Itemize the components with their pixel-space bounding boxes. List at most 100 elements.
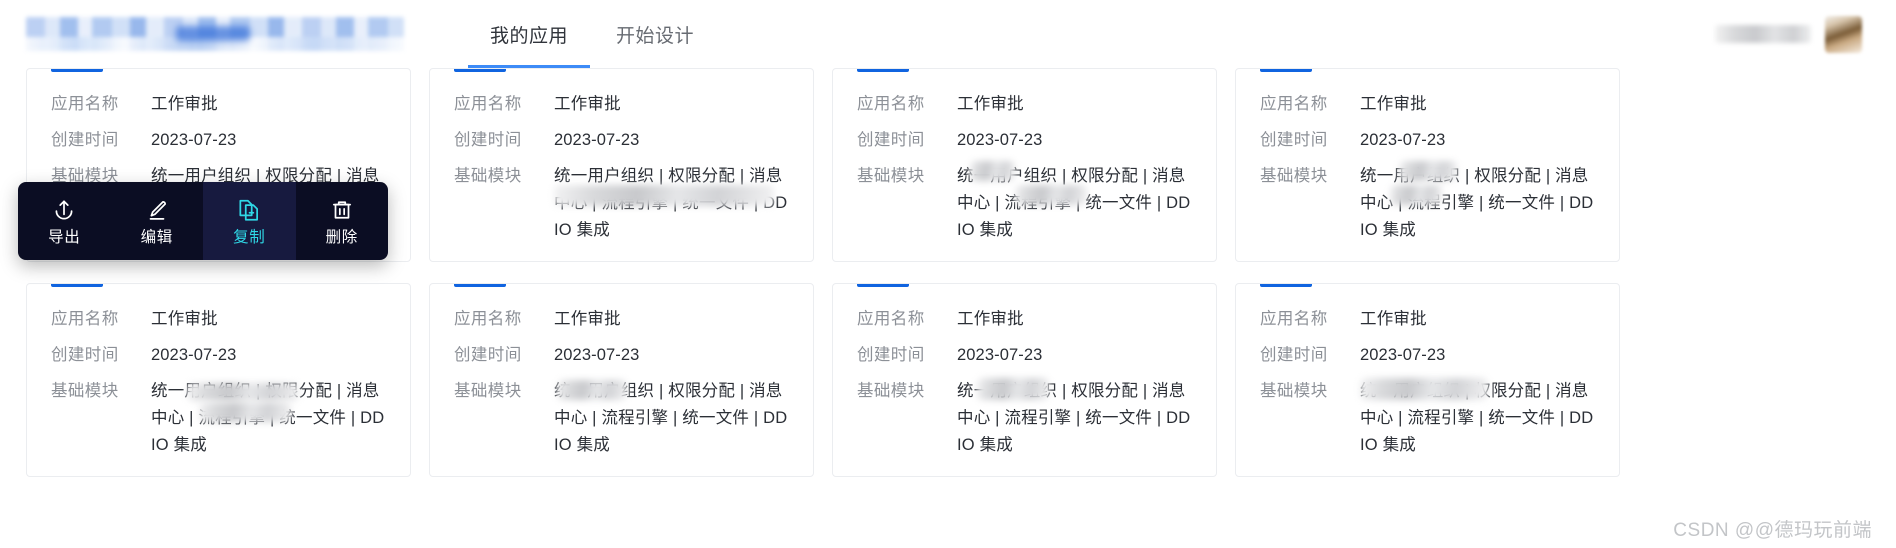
table-row[interactable]: 应用名称 工作审批 创建时间 2023-07-23 基础模块 统一用户组织 | …: [1235, 283, 1620, 477]
card-value-created: 2023-07-23: [1360, 346, 1446, 364]
copy-icon: [236, 197, 262, 223]
table-row[interactable]: 应用名称 工作审批 创建时间 2023-07-23 基础模块 统一用户组织 | …: [832, 283, 1217, 477]
context-menu-item-edit[interactable]: 编辑: [111, 182, 204, 260]
tab-my-apps-label: 我的应用: [490, 25, 569, 47]
card-row-modules: 基础模块 统一用户组织 | 权限分配 | 消息中心 | 流程引擎 | 统一文件 …: [1260, 163, 1595, 244]
app-root: 我的应用 开始设计 应用名称 工作审批 创建时间 2023-07-23 基础模块…: [0, 0, 1896, 548]
card-row-created: 创建时间 2023-07-23: [857, 342, 1192, 369]
card-row-modules: 基础模块 统一用户组织 | 权限分配 | 消息中心 | 流程引擎 | 统一文件 …: [857, 163, 1192, 244]
card-value-modules: 统一用户组织 | 权限分配 | 消息中心 | 流程引擎 | 统一文件 | DDI…: [554, 167, 788, 239]
app-card-grid: 应用名称 工作审批 创建时间 2023-07-23 基础模块 统一用户组织 | …: [0, 68, 1896, 477]
context-menu-label-edit: 编辑: [140, 228, 173, 246]
card-label-modules: 基础模块: [51, 382, 119, 400]
context-menu-item-export[interactable]: 导出: [18, 182, 111, 260]
card-accent-bar: [51, 69, 103, 72]
card-value-name: 工作审批: [1360, 310, 1427, 328]
csdn-watermark: CSDN @@德玛玩前端: [1673, 520, 1872, 541]
card-row-modules: 基础模块 统一用户组织 | 权限分配 | 消息中心 | 流程引擎 | 统一文件 …: [454, 163, 789, 244]
card-value-modules: 统一用户组织 | 权限分配 | 消息中心 | 流程引擎 | 统一文件 | DDI…: [957, 382, 1191, 454]
card-value-name: 工作审批: [957, 310, 1024, 328]
app-header: 我的应用 开始设计: [0, 0, 1896, 68]
card-row-created: 创建时间 2023-07-23: [454, 127, 789, 154]
card-label-name: 应用名称: [454, 95, 522, 113]
context-menu-label-delete: 删除: [325, 228, 358, 246]
context-menu-label-copy: 复制: [233, 228, 266, 246]
card-label-name: 应用名称: [857, 310, 925, 328]
card-value-name: 工作审批: [151, 310, 218, 328]
card-label-name: 应用名称: [51, 95, 119, 113]
card-label-modules: 基础模块: [454, 382, 522, 400]
tab-start-design-label: 开始设计: [616, 25, 695, 47]
card-row-created: 创建时间 2023-07-23: [51, 342, 386, 369]
card-row-created: 创建时间 2023-07-23: [454, 342, 789, 369]
card-row-name: 应用名称 工作审批: [454, 306, 789, 333]
card-label-name: 应用名称: [857, 95, 925, 113]
card-label-modules: 基础模块: [1260, 167, 1328, 185]
card-accent-bar: [857, 284, 909, 287]
card-row-name: 应用名称 工作审批: [857, 91, 1192, 118]
card-context-menu: 导出 编辑 复制 删除: [18, 182, 388, 260]
card-row-created: 创建时间 2023-07-23: [857, 127, 1192, 154]
card-row-name: 应用名称 工作审批: [857, 306, 1192, 333]
product-logo[interactable]: [26, 17, 404, 51]
card-value-modules: 统一用户组织 | 权限分配 | 消息中心 | 流程引擎 | 统一文件 | DDI…: [957, 167, 1191, 239]
card-value-modules: 统一用户组织 | 权限分配 | 消息中心 | 流程引擎 | 统一文件 | DDI…: [1360, 382, 1594, 454]
pencil-icon: [144, 197, 170, 223]
table-row[interactable]: 应用名称 工作审批 创建时间 2023-07-23 基础模块 统一用户组织 | …: [832, 68, 1217, 262]
tab-my-apps[interactable]: 我的应用: [467, 0, 591, 68]
card-value-modules: 统一用户组织 | 权限分配 | 消息中心 | 流程引擎 | 统一文件 | DDI…: [151, 382, 385, 454]
card-row-name: 应用名称 工作审批: [454, 91, 789, 118]
card-label-modules: 基础模块: [857, 382, 925, 400]
card-label-created: 创建时间: [51, 131, 119, 149]
card-value-created: 2023-07-23: [1360, 131, 1446, 149]
card-accent-bar: [857, 69, 909, 72]
context-menu-item-delete[interactable]: 删除: [296, 182, 389, 260]
card-label-name: 应用名称: [1260, 310, 1328, 328]
user-name: [1715, 25, 1811, 43]
context-menu-item-copy[interactable]: 复制: [203, 182, 296, 260]
header-user-area: [1715, 15, 1870, 53]
card-accent-bar: [1260, 284, 1312, 287]
card-label-created: 创建时间: [857, 131, 925, 149]
context-menu-label-export: 导出: [48, 228, 81, 246]
card-label-name: 应用名称: [51, 310, 119, 328]
card-value-modules: 统一用户组织 | 权限分配 | 消息中心 | 流程引擎 | 统一文件 | DDI…: [1360, 167, 1594, 239]
card-value-created: 2023-07-23: [554, 131, 640, 149]
card-value-name: 工作审批: [151, 95, 218, 113]
card-label-modules: 基础模块: [1260, 382, 1328, 400]
card-row-name: 应用名称 工作审批: [51, 91, 386, 118]
card-label-created: 创建时间: [454, 346, 522, 364]
table-row[interactable]: 应用名称 工作审批 创建时间 2023-07-23 基础模块 统一用户组织 | …: [26, 283, 411, 477]
card-row-modules: 基础模块 统一用户组织 | 权限分配 | 消息中心 | 流程引擎 | 统一文件 …: [454, 378, 789, 459]
card-value-name: 工作审批: [1360, 95, 1427, 113]
card-row-name: 应用名称 工作审批: [1260, 306, 1595, 333]
card-value-created: 2023-07-23: [151, 346, 237, 364]
card-row-modules: 基础模块 统一用户组织 | 权限分配 | 消息中心 | 流程引擎 | 统一文件 …: [1260, 378, 1595, 459]
avatar[interactable]: [1825, 15, 1862, 53]
card-row-created: 创建时间 2023-07-23: [51, 127, 386, 154]
card-row-modules: 基础模块 统一用户组织 | 权限分配 | 消息中心 | 流程引擎 | 统一文件 …: [857, 378, 1192, 459]
table-row[interactable]: 应用名称 工作审批 创建时间 2023-07-23 基础模块 统一用户组织 | …: [429, 68, 814, 262]
card-label-created: 创建时间: [454, 131, 522, 149]
card-value-name: 工作审批: [957, 95, 1024, 113]
card-row-created: 创建时间 2023-07-23: [1260, 342, 1595, 369]
card-accent-bar: [454, 69, 506, 72]
card-label-created: 创建时间: [51, 346, 119, 364]
card-value-created: 2023-07-23: [151, 131, 237, 149]
card-value-created: 2023-07-23: [957, 131, 1043, 149]
table-row[interactable]: 应用名称 工作审批 创建时间 2023-07-23 基础模块 统一用户组织 | …: [1235, 68, 1620, 262]
tab-start-design[interactable]: 开始设计: [616, 0, 694, 68]
card-value-modules: 统一用户组织 | 权限分配 | 消息中心 | 流程引擎 | 统一文件 | DDI…: [554, 382, 788, 454]
table-row[interactable]: 应用名称 工作审批 创建时间 2023-07-23 基础模块 统一用户组织 | …: [429, 283, 814, 477]
card-row-created: 创建时间 2023-07-23: [1260, 127, 1595, 154]
card-value-created: 2023-07-23: [554, 346, 640, 364]
card-label-created: 创建时间: [1260, 131, 1328, 149]
card-label-name: 应用名称: [1260, 95, 1328, 113]
card-row-name: 应用名称 工作审批: [1260, 91, 1595, 118]
trash-icon: [329, 197, 355, 223]
card-row-name: 应用名称 工作审批: [51, 306, 386, 333]
card-row-modules: 基础模块 统一用户组织 | 权限分配 | 消息中心 | 流程引擎 | 统一文件 …: [51, 378, 386, 459]
card-value-name: 工作审批: [554, 310, 621, 328]
card-accent-bar: [454, 284, 506, 287]
card-accent-bar: [51, 284, 103, 287]
